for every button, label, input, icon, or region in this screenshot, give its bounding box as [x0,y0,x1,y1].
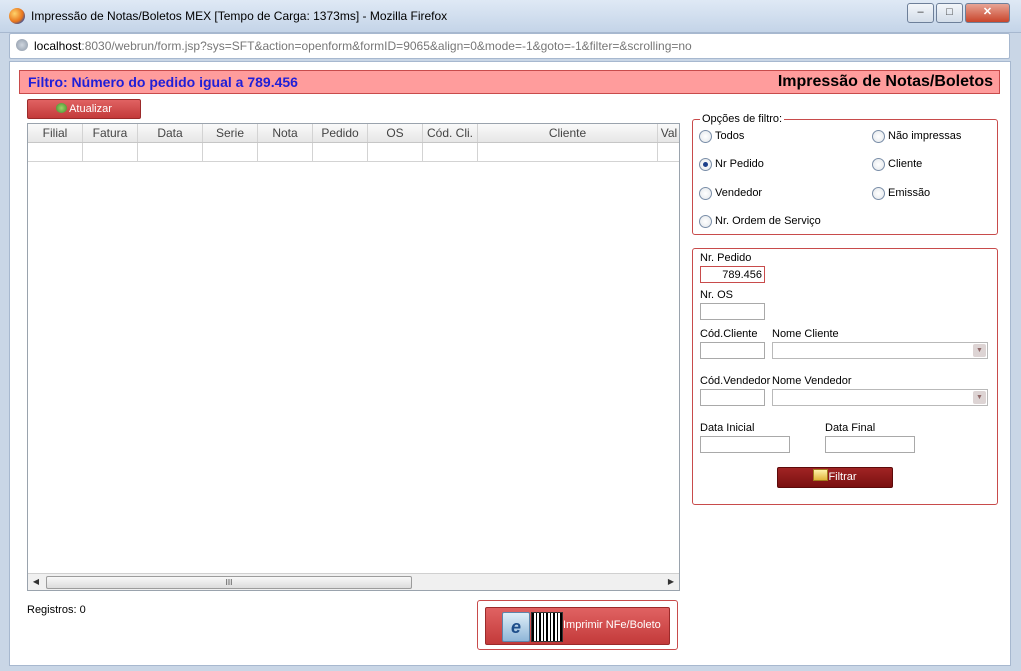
refresh-label: Atualizar [69,103,112,115]
maximize-button[interactable]: □ [936,3,963,23]
results-grid[interactable]: Filial Fatura Data Serie Nota Pedido OS … [27,123,680,591]
filter-header: Filtro: Número do pedido igual a 789.456… [19,70,1000,94]
radio-vendedor[interactable]: Vendedor [699,186,839,202]
close-button[interactable]: ✕ [965,3,1010,23]
nome-cliente-label: Nome Cliente [772,328,839,340]
horizontal-scrollbar[interactable]: ◀ III ▶ [28,573,679,590]
grid-filter-cell[interactable] [28,143,83,162]
radio-button[interactable] [872,187,885,200]
pedido-input[interactable]: 789.456 [700,266,765,283]
filter-button[interactable]: Filtrar [777,467,893,488]
print-label: Imprimir NFe/Boleto [563,619,661,631]
column-header-os[interactable]: OS [368,124,423,142]
window-titlebar: Impressão de Notas/Boletos MEX [Tempo de… [0,0,1021,33]
records-count: Registros: 0 [27,604,86,616]
grid-filter-cell[interactable] [313,143,368,162]
column-header-data[interactable]: Data [138,124,203,142]
grid-filter-cell[interactable] [83,143,138,162]
column-header-valor[interactable]: Val [658,124,679,142]
refresh-icon [56,103,68,113]
cod-cliente-input[interactable] [700,342,765,359]
os-input[interactable] [700,303,765,320]
chevron-down-icon[interactable]: ▼ [973,391,986,404]
os-label: Nr. OS [700,289,734,301]
data-final-label: Data Final [825,422,876,434]
radio-nr-pedido[interactable]: Nr Pedido [699,157,839,173]
filter-options-legend: Opções de filtro: [700,113,785,125]
site-identity-icon[interactable] [16,39,28,51]
grid-filter-cell[interactable] [423,143,478,162]
refresh-button[interactable]: Atualizar [27,99,141,119]
cod-cliente-label: Cód.Cliente [700,328,758,340]
page-title: Impressão de Notas/Boletos [777,73,993,90]
print-button[interactable]: e Imprimir NFe/Boleto [485,607,670,645]
barcode-icon [531,612,563,642]
firefox-icon [9,8,25,24]
window-title: Impressão de Notas/Boletos MEX [Tempo de… [31,9,448,23]
data-inicial-input[interactable] [700,436,790,453]
data-inicial-label: Data Inicial [700,422,755,434]
radio-button[interactable] [872,158,885,171]
radio-todos[interactable]: Todos [699,129,839,145]
grid-filter-cell[interactable] [203,143,258,162]
radio-button[interactable] [699,215,712,228]
chevron-down-icon[interactable]: ▼ [973,344,986,357]
nome-cliente-select[interactable]: ▼ [772,342,988,359]
grid-filter-cell[interactable] [138,143,203,162]
radio-emissao[interactable]: Emissão [872,186,992,202]
cod-vendedor-input[interactable] [700,389,765,406]
grid-filter-cell[interactable] [658,143,679,162]
data-final-input[interactable] [825,436,915,453]
page-content: Filtro: Número do pedido igual a 789.456… [9,61,1011,666]
filter-summary: Filtro: Número do pedido igual a 789.456 [28,74,298,90]
pedido-label: Nr. Pedido [700,252,752,264]
grid-filter-cell[interactable] [478,143,658,162]
radio-nr-ordem-servico[interactable]: Nr. Ordem de Serviço [699,214,899,230]
minimize-button[interactable]: – [907,3,934,23]
filter-button-label: Filtrar [828,471,857,483]
scroll-left-icon[interactable]: ◀ [30,576,42,588]
column-header-pedido[interactable]: Pedido [313,124,368,142]
print-panel: e Imprimir NFe/Boleto [477,600,678,650]
grid-header: Filial Fatura Data Serie Nota Pedido OS … [28,124,679,143]
column-header-fatura[interactable]: Fatura [83,124,138,142]
filter-options-panel: Opções de filtro: Todos Não impressas Nr… [692,113,998,235]
grid-filter-cell[interactable] [368,143,423,162]
nome-vendedor-select[interactable]: ▼ [772,389,988,406]
grid-filter-cell[interactable] [258,143,313,162]
cod-vendedor-label: Cód.Vendedor [700,375,771,387]
radio-button-selected[interactable] [699,158,712,171]
url-text: localhost:8030/webrun/form.jsp?sys=SFT&a… [34,39,692,53]
url-bar[interactable]: localhost:8030/webrun/form.jsp?sys=SFT&a… [9,33,1010,59]
radio-button[interactable] [699,130,712,143]
radio-nao-impressas[interactable]: Não impressas [872,129,992,145]
column-header-nota[interactable]: Nota [258,124,313,142]
nome-vendedor-label: Nome Vendedor [772,375,852,387]
column-header-cliente[interactable]: Cliente [478,124,658,142]
radio-button[interactable] [699,187,712,200]
column-header-filial[interactable]: Filial [28,124,83,142]
scroll-right-icon[interactable]: ▶ [665,576,677,588]
nfe-icon: e [502,612,530,642]
scroll-thumb[interactable]: III [46,576,412,589]
column-header-serie[interactable]: Serie [203,124,258,142]
filter-form-panel: Nr. Pedido 789.456 Nr. OS Cód.Cliente No… [692,248,998,505]
folder-icon [813,469,829,481]
radio-cliente[interactable]: Cliente [872,157,992,173]
radio-button[interactable] [872,130,885,143]
column-header-cod-cli[interactable]: Cód. Cli. [423,124,478,142]
